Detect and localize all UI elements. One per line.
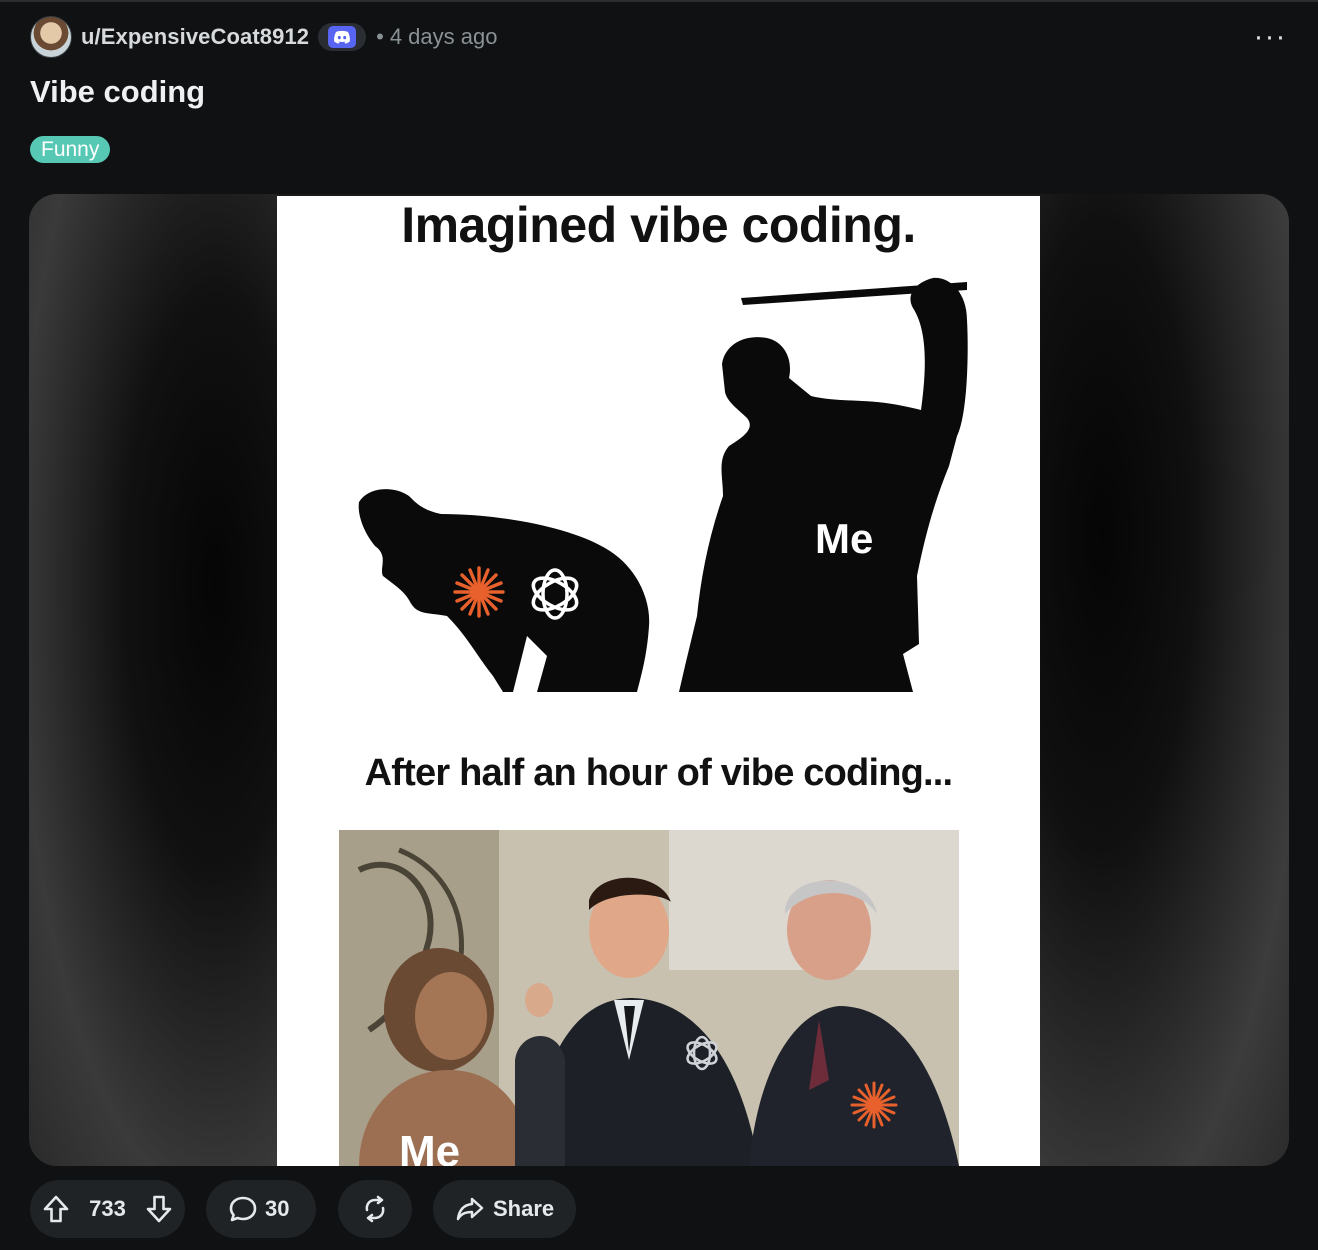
more-options-button[interactable]: ··· xyxy=(1250,20,1290,53)
discord-icon xyxy=(328,26,357,48)
upvote-count: 733 xyxy=(89,1196,126,1221)
share-button[interactable]: Share xyxy=(433,1180,576,1238)
comments-button[interactable]: 30 xyxy=(206,1180,316,1238)
meme-silhouettes: Me xyxy=(277,277,1040,716)
comment-icon xyxy=(228,1194,258,1224)
crosspost-button[interactable] xyxy=(338,1180,412,1238)
vote-control: 733 xyxy=(30,1180,185,1238)
post-flair[interactable]: Funny xyxy=(30,136,111,163)
post-timestamp: 4 days ago xyxy=(389,24,498,49)
share-icon xyxy=(455,1195,485,1223)
crosspost-icon xyxy=(361,1195,389,1223)
claude-logo-icon-bottom xyxy=(850,1081,898,1129)
post-header: u/ExpensiveCoat8912 • 4 days ago xyxy=(30,15,497,59)
separator-dot: • xyxy=(376,24,384,49)
discord-badge[interactable] xyxy=(318,23,367,51)
more-icon: ··· xyxy=(1253,20,1287,53)
meme-photo: Me xyxy=(339,830,959,1166)
post-action-bar: 733 30 Share xyxy=(30,1180,576,1238)
media-blur-right xyxy=(1040,194,1289,1166)
meme-image[interactable]: Imagined vibe coding. Me After half an h… xyxy=(277,196,1040,1166)
post-card: u/ExpensiveCoat8912 • 4 days ago ··· Vib… xyxy=(0,0,1318,1250)
downvote-icon[interactable] xyxy=(145,1194,173,1224)
avatar[interactable] xyxy=(30,16,72,58)
media-blur-left xyxy=(29,194,277,1166)
upvote-icon[interactable] xyxy=(42,1194,70,1224)
comment-count: 30 xyxy=(265,1196,290,1221)
post-title[interactable]: Vibe coding xyxy=(30,74,205,110)
meme-middle-caption: After half an hour of vibe coding... xyxy=(364,752,953,794)
me-label-top: Me xyxy=(815,515,873,562)
author-username[interactable]: u/ExpensiveCoat8912 xyxy=(81,24,309,50)
me-label-bottom: Me xyxy=(399,1127,460,1166)
post-media[interactable]: Imagined vibe coding. Me After half an h… xyxy=(29,194,1289,1166)
claude-logo-icon xyxy=(453,566,505,618)
share-label: Share xyxy=(493,1196,555,1221)
